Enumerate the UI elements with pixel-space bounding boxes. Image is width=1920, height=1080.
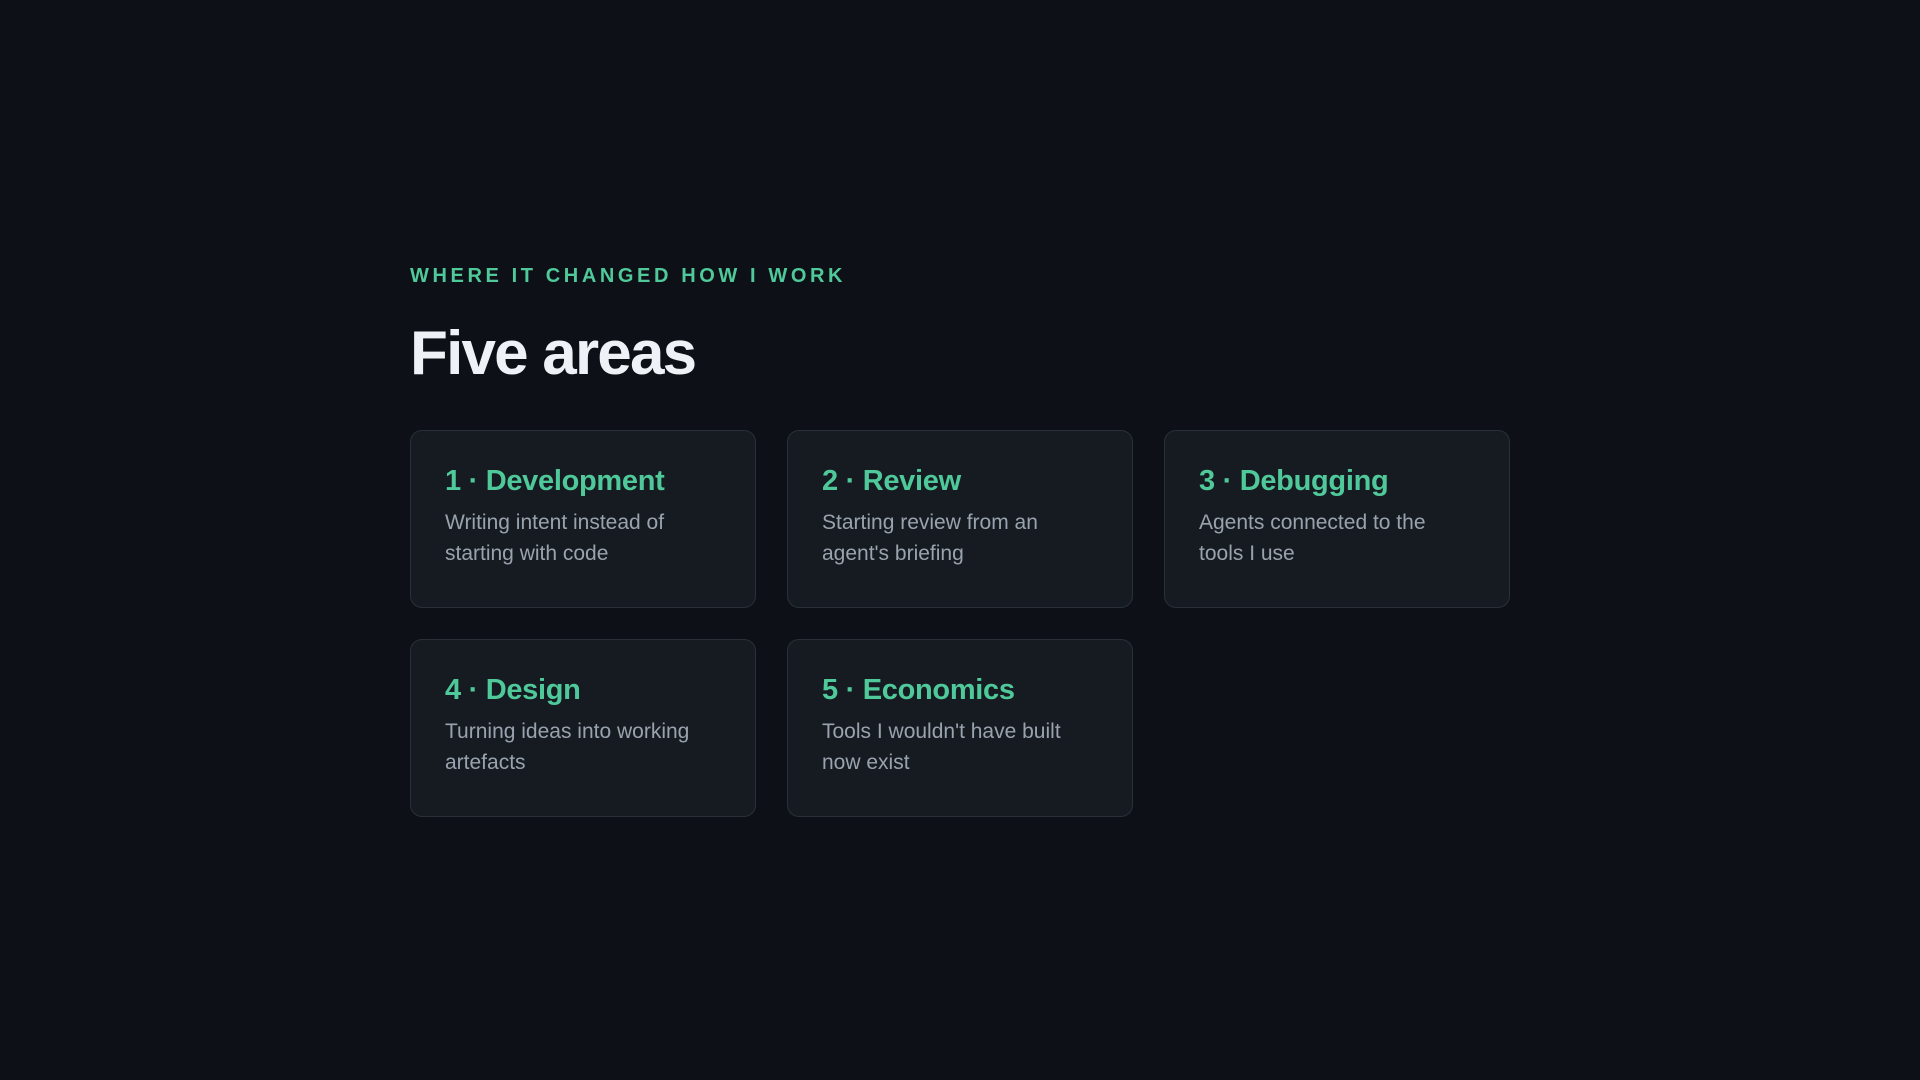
areas-grid: 1 · Development Writing intent instead o…	[410, 430, 1510, 817]
slide: WHERE IT CHANGED HOW I WORK Five areas 1…	[0, 0, 1920, 1080]
card-description: Writing intent instead of starting with …	[445, 511, 665, 565]
card-description: Starting review from an agent's briefing	[822, 511, 1038, 565]
area-card-review: 2 · Review Starting review from an agent…	[787, 430, 1133, 608]
card-title: 4 · Design	[445, 674, 581, 706]
area-card-economics: 5 · Economics Tools I wouldn't have buil…	[787, 639, 1133, 817]
card-title: 5 · Economics	[822, 674, 1015, 706]
area-card-development: 1 · Development Writing intent instead o…	[410, 430, 756, 608]
slide-content: WHERE IT CHANGED HOW I WORK Five areas 1…	[410, 264, 1510, 817]
card-title: 2 · Review	[822, 465, 961, 497]
card-title: 1 · Development	[445, 465, 665, 497]
area-card-design: 4 · Design Turning ideas into working ar…	[410, 639, 756, 817]
card-description: Turning ideas into working artefacts	[445, 720, 690, 774]
card-title: 3 · Debugging	[1199, 465, 1389, 497]
card-description: Agents connected to the tools I use	[1199, 511, 1426, 565]
slide-title: Five areas	[410, 319, 697, 388]
area-card-debugging: 3 · Debugging Agents connected to the to…	[1164, 430, 1510, 608]
card-description: Tools I wouldn't have built now exist	[822, 720, 1061, 774]
eyebrow-label: WHERE IT CHANGED HOW I WORK	[410, 265, 847, 287]
